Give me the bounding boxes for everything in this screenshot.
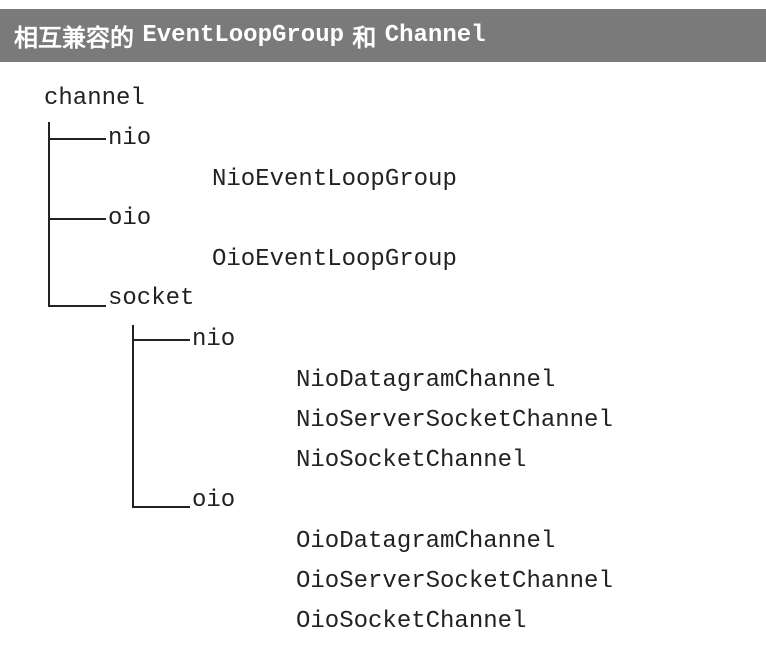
node-oio-socket-channel: OioSocketChannel (296, 608, 527, 635)
node-nio: nio (108, 125, 152, 152)
branch-nio (48, 138, 106, 140)
node-oio-server-socket-channel: OioServerSocketChannel (296, 568, 613, 595)
node-nio-socket-channel: NioSocketChannel (296, 447, 527, 474)
branch-socket-nio (132, 339, 190, 341)
branch-oio (48, 218, 106, 220)
branch-socket (48, 305, 106, 307)
node-oio: oio (108, 205, 152, 232)
tree-trunk-root (48, 122, 50, 307)
node-oio-datagram-channel: OioDatagramChannel (296, 528, 556, 555)
node-channel: channel (44, 85, 145, 112)
node-socket-oio: oio (192, 487, 236, 514)
node-nio-datagram-channel: NioDatagramChannel (296, 367, 556, 394)
node-socket: socket (108, 285, 195, 312)
node-socket-nio: nio (192, 326, 236, 353)
node-nio-event-loop-group: NioEventLoopGroup (212, 166, 457, 193)
node-oio-event-loop-group: OioEventLoopGroup (212, 246, 457, 273)
package-tree: channel nio NioEventLoopGroup oio OioEve… (0, 0, 766, 648)
branch-socket-oio (132, 506, 190, 508)
tree-trunk-socket (132, 325, 134, 508)
node-nio-server-socket-channel: NioServerSocketChannel (296, 407, 613, 434)
